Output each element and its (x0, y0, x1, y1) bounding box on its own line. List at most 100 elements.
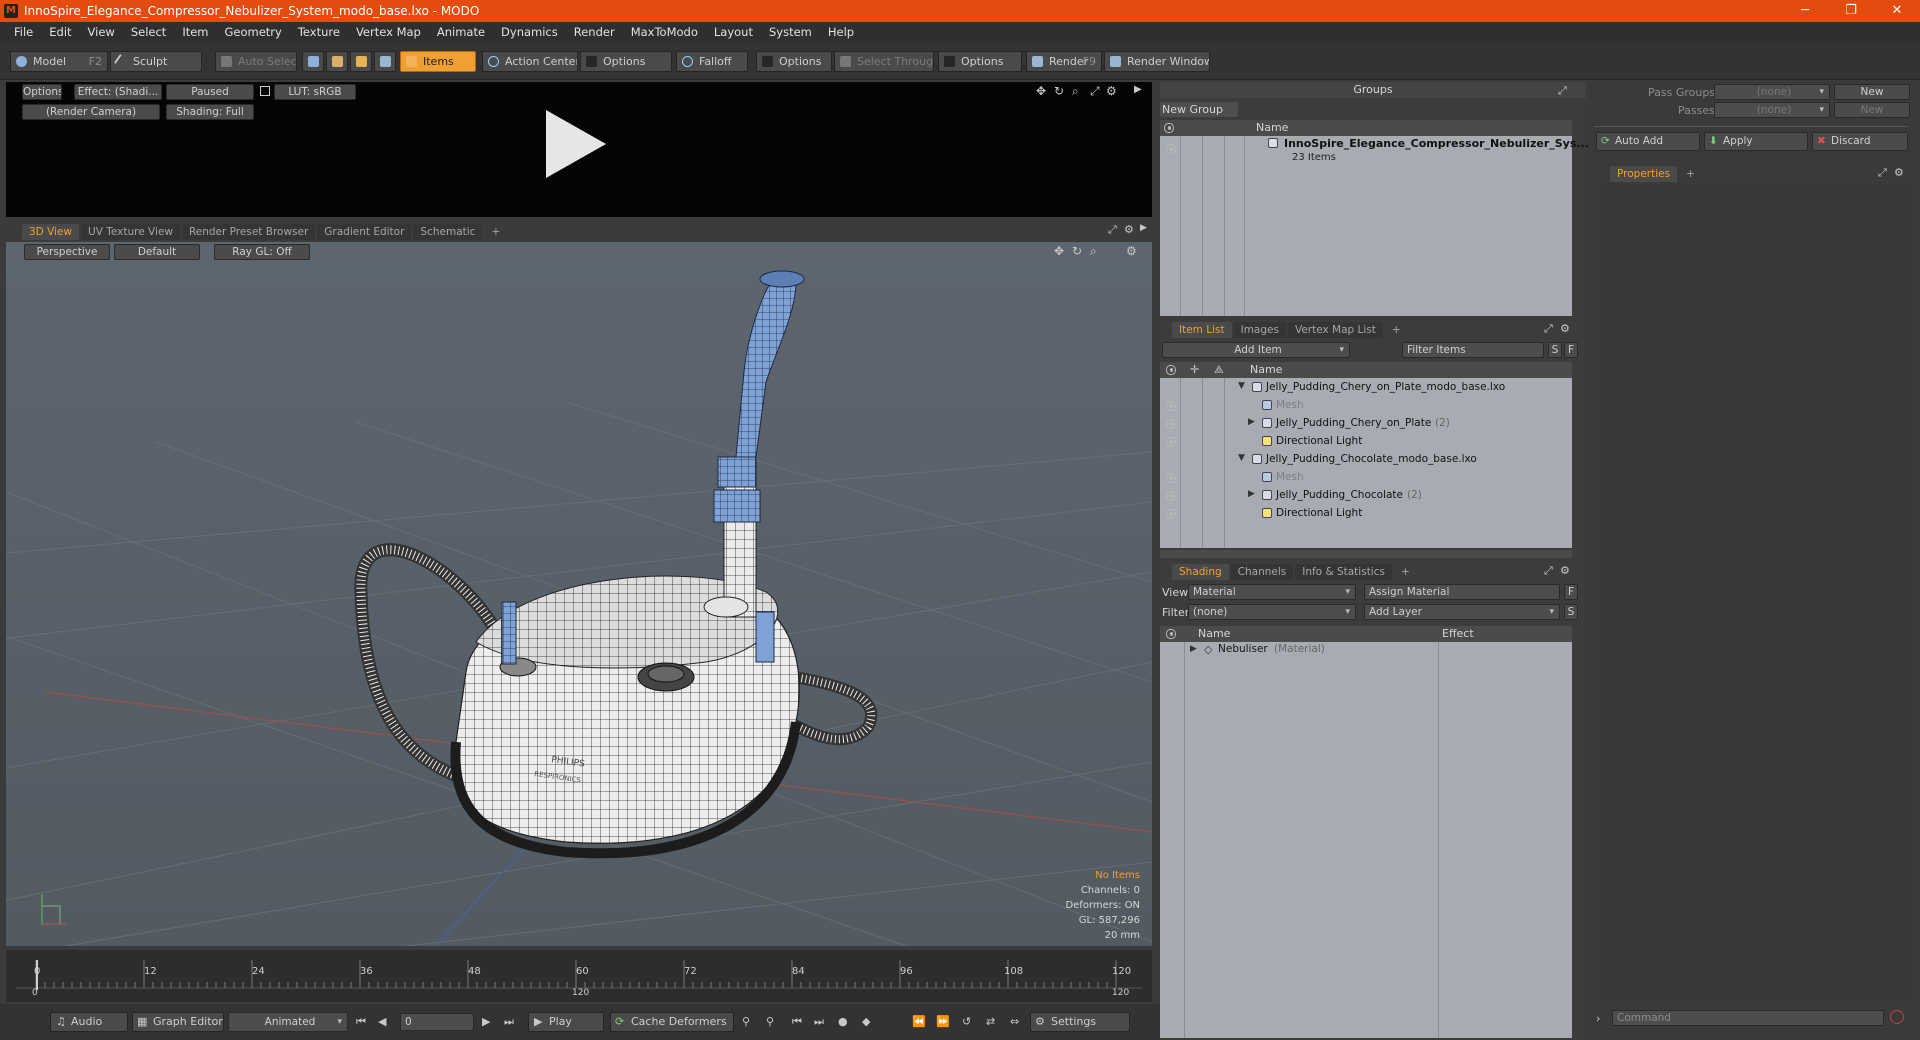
maximize-viewport-icon[interactable]: ⤢ (1108, 223, 1117, 237)
preview-options-button[interactable]: Options (22, 84, 62, 100)
properties-gear-icon[interactable]: ⚙ (1894, 166, 1904, 179)
item-label[interactable]: Jelly_Pudding_Chery_on_Plate_modo_base.l… (1266, 380, 1505, 395)
groups-maximize-icon[interactable]: ⤢ (1558, 84, 1567, 98)
items-mode-button[interactable]: Items (400, 51, 476, 72)
settings-button[interactable]: ⚙ Settings (1030, 1012, 1130, 1032)
close-button[interactable]: ✕ (1874, 0, 1920, 22)
rotate-view-icon[interactable]: ↻ (1054, 84, 1064, 98)
menu-edit[interactable]: Edit (41, 22, 79, 43)
bounce-icon[interactable]: ⇄ (986, 1015, 995, 1028)
new-pass-group-button[interactable]: New (1834, 84, 1910, 100)
skip-forward-icon[interactable]: ⏩ (936, 1015, 950, 1028)
itemlist-scrollbar[interactable] (1160, 550, 1572, 558)
timeline[interactable]: 0 12 24 36 48 60 72 84 96 108 120 0 120 … (6, 950, 1152, 1002)
record-icon[interactable]: ● (838, 1015, 848, 1028)
item-visibility-icon[interactable] (1166, 491, 1176, 501)
next-key-icon[interactable]: ⏭ (814, 1015, 824, 1029)
groups-list[interactable]: InnoSpire_Elegance_Compressor_Nebulizer_… (1160, 136, 1589, 316)
maximize-button[interactable]: ❐ (1828, 0, 1874, 22)
expand-arrow-icon[interactable]: ▼ (1238, 381, 1245, 391)
loop-icon[interactable]: ↺ (962, 1015, 971, 1028)
auto-select-button[interactable]: Auto Select (215, 51, 297, 72)
cache-deformers-button[interactable]: ⟳ Cache Deformers (610, 1012, 734, 1032)
skip-back-icon[interactable]: ⏪ (912, 1015, 926, 1028)
material-name[interactable]: Nebuliser (1218, 643, 1268, 655)
item-label[interactable]: Directional Light (1276, 434, 1362, 449)
menu-item[interactable]: Item (174, 22, 216, 43)
new-group-button[interactable]: New Group (1160, 102, 1238, 117)
select-through-options-button[interactable]: Options (938, 51, 1022, 72)
paused-button[interactable]: Paused (166, 84, 254, 100)
play-button[interactable]: ▶ Play (528, 1012, 604, 1032)
command-input[interactable]: Command (1612, 1010, 1884, 1026)
menu-vertex-map[interactable]: Vertex Map (348, 22, 429, 43)
menu-animate[interactable]: Animate (429, 22, 493, 43)
filter-dropdown[interactable]: (none) (1188, 604, 1356, 620)
menu-geometry[interactable]: Geometry (217, 22, 290, 43)
item-label[interactable]: Jelly_Pudding_Chocolate_modo_base.lxo (1266, 452, 1477, 467)
new-pass-button[interactable]: New (1834, 102, 1910, 118)
frame-input[interactable]: 0 (400, 1013, 474, 1031)
animated-dropdown[interactable]: Animated (228, 1012, 348, 1032)
shading-dropdown[interactable]: Shading: Full (166, 104, 254, 120)
tab-images[interactable]: Images (1233, 322, 1286, 338)
render-window-button[interactable]: Render Window (1104, 51, 1210, 72)
edge-select-button[interactable] (326, 51, 348, 72)
audio-button[interactable]: ♫ Audio (50, 1012, 128, 1032)
tab-shading[interactable]: Shading (1172, 564, 1229, 580)
gear-icon[interactable]: ⚙ (1106, 84, 1117, 98)
menu-system[interactable]: System (761, 22, 820, 43)
item-visibility-icon[interactable] (1166, 437, 1176, 447)
item-visibility-icon[interactable] (1166, 401, 1176, 411)
tab-vertex-map-list[interactable]: Vertex Map List (1287, 322, 1383, 338)
expand-arrow-icon[interactable]: ▶ (1248, 489, 1255, 499)
material-select-button[interactable] (374, 51, 396, 72)
tab-properties[interactable]: Properties (1610, 166, 1678, 182)
item-label[interactable]: Directional Light (1276, 506, 1362, 521)
shading-f-button[interactable]: F (1564, 584, 1578, 600)
passes-dropdown[interactable]: (none) (1714, 102, 1830, 118)
lut-dropdown[interactable]: LUT: sRGB (274, 84, 356, 100)
item-label[interactable]: Mesh (1276, 470, 1304, 485)
itemlist-maximize-icon[interactable]: ⤢ (1544, 322, 1553, 336)
add-layer-dropdown[interactable]: Add Layer (1364, 604, 1560, 620)
group-visibility-icon[interactable] (1166, 144, 1176, 154)
auto-add-button[interactable]: ⟳ Auto Add (1596, 132, 1700, 151)
tab-schematic[interactable]: Schematic (413, 224, 483, 240)
assign-material-button[interactable]: Assign Material (1364, 584, 1560, 600)
command-record-icon[interactable] (1890, 1010, 1904, 1024)
itemlist-gear-icon[interactable]: ⚙ (1560, 322, 1570, 335)
item-label[interactable]: Mesh (1276, 398, 1304, 413)
apply-button[interactable]: ⬇ Apply (1704, 132, 1808, 151)
viewport-gear-icon[interactable]: ⚙ (1124, 223, 1134, 236)
shading-s-button[interactable]: S (1564, 604, 1578, 620)
group-name[interactable]: InnoSpire_Elegance_Compressor_Nebulizer_… (1284, 137, 1589, 150)
discard-button[interactable]: ✖ Discard (1812, 132, 1908, 151)
nebulizer-model[interactable]: PHILIPS RESPIRONICS (6, 242, 1152, 946)
tab-item-list[interactable]: Item List (1172, 322, 1232, 338)
menu-view[interactable]: View (80, 22, 123, 43)
vertex-select-button[interactable] (302, 51, 324, 72)
search-f-button[interactable]: F (1564, 342, 1578, 358)
item-label[interactable]: Jelly_Pudding_Chocolate (1276, 488, 1403, 503)
action-center-options-button[interactable]: Options (580, 51, 672, 72)
item-visibility-icon[interactable] (1166, 473, 1176, 483)
expand-arrow-icon[interactable]: ▼ (1238, 453, 1245, 463)
falloff-options-button[interactable]: Options (756, 51, 832, 72)
minimize-button[interactable]: ─ (1782, 0, 1828, 22)
keyframe-icon[interactable]: ◆ (862, 1015, 870, 1028)
polygon-select-button[interactable] (350, 51, 372, 72)
search-s-button[interactable]: S (1548, 342, 1562, 358)
action-center-button[interactable]: Action Center (482, 51, 578, 72)
tab-3d-view[interactable]: 3D View (22, 224, 80, 240)
maximize-view-icon[interactable]: ⤢ (1090, 84, 1100, 99)
pass-groups-dropdown[interactable]: (none) (1714, 84, 1830, 100)
model-mode-button[interactable]: Model F2 (10, 51, 108, 72)
effect-dropdown[interactable]: Effect: (Shadi... (74, 84, 162, 100)
key-icon[interactable]: ⚲ (742, 1015, 750, 1028)
shading-maximize-icon[interactable]: ⤢ (1544, 564, 1553, 578)
menu-help[interactable]: Help (820, 22, 862, 43)
item-tree[interactable]: ▼ Jelly_Pudding_Chery_on_Plate_modo_base.… (1160, 378, 1572, 548)
shading-gear-icon[interactable]: ⚙ (1560, 564, 1570, 577)
expand-arrow-icon[interactable]: ▶ (1190, 644, 1197, 654)
